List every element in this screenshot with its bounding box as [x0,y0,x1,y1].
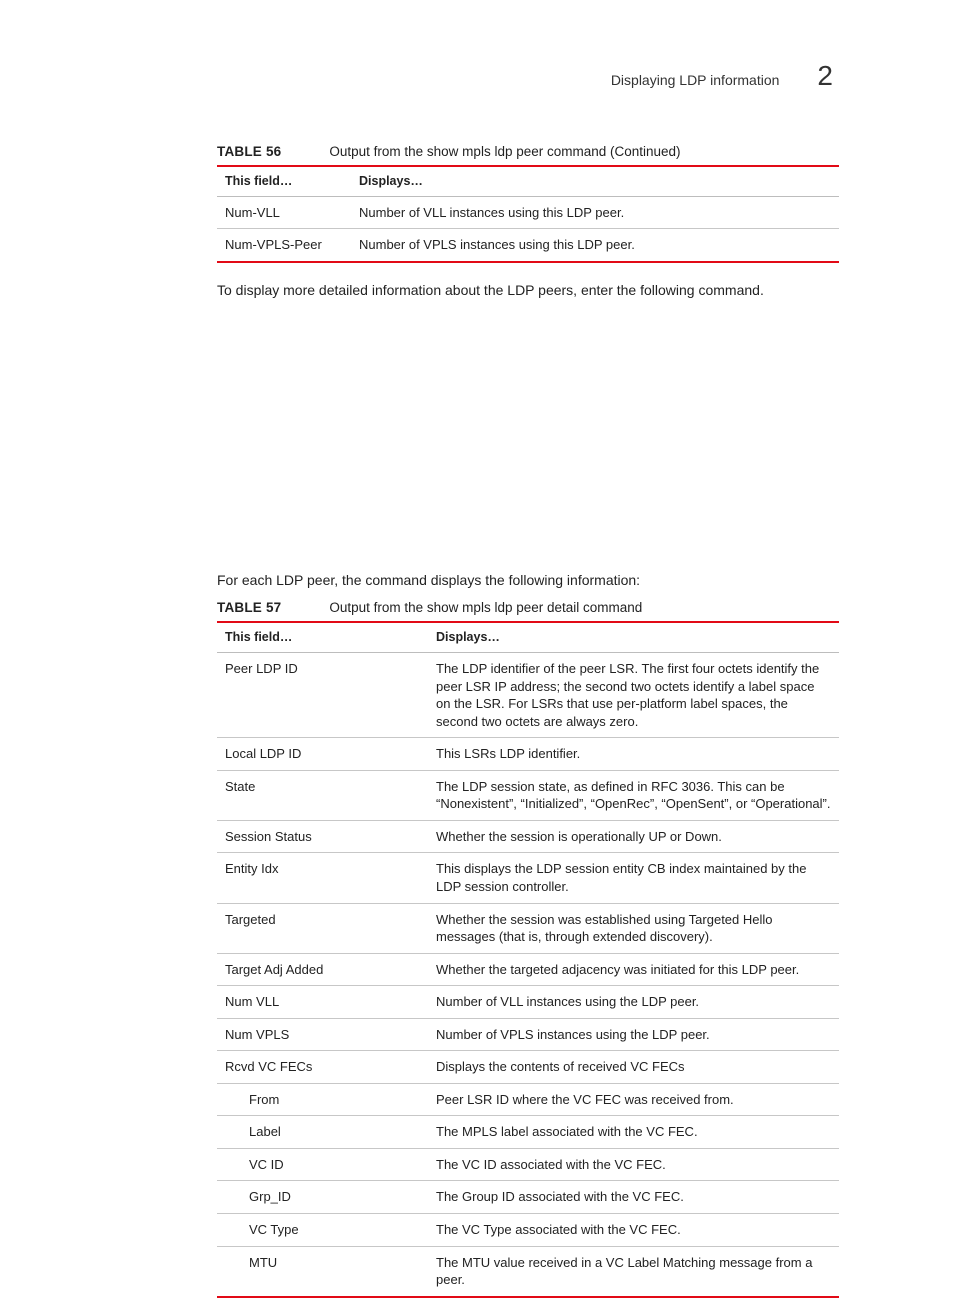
table57-label: TABLE 57 [217,600,281,615]
table-row: Session StatusWhether the session is ope… [217,820,839,853]
field-name: Label [217,1116,428,1149]
header-chapter-number: 2 [817,60,833,92]
field-desc: Whether the session was established usin… [428,903,839,953]
field-name: State [217,770,428,820]
field-desc: The VC ID associated with the VC FEC. [428,1148,839,1181]
field-name: Rcvd VC FECs [217,1051,428,1084]
field-desc: This displays the LDP session entity CB … [428,853,839,903]
field-name: Local LDP ID [217,738,428,771]
table57-head-field: This field… [217,622,428,652]
field-name: Num VPLS [217,1018,428,1051]
field-name: Num-VPLS-Peer [217,229,351,262]
field-desc: The Group ID associated with the VC FEC. [428,1181,839,1214]
table57-caption: TABLE 57 Output from the show mpls ldp p… [217,600,839,615]
table-row: LabelThe MPLS label associated with the … [217,1116,839,1149]
paragraph-more-detail: To display more detailed information abo… [217,281,839,301]
field-name: Entity Idx [217,853,428,903]
table57-title: Output from the show mpls ldp peer detai… [329,600,642,615]
field-name: Target Adj Added [217,953,428,986]
field-desc: The MPLS label associated with the VC FE… [428,1116,839,1149]
table-row: VC TypeThe VC Type associated with the V… [217,1213,839,1246]
table-row: Num-VLL Number of VLL instances using th… [217,196,839,229]
field-desc: Number of VLL instances using the LDP pe… [428,986,839,1019]
table-row: Rcvd VC FECsDisplays the contents of rec… [217,1051,839,1084]
field-desc: Whether the targeted adjacency was initi… [428,953,839,986]
field-desc: Number of VLL instances using this LDP p… [351,196,839,229]
table56-head-displays: Displays… [351,166,839,196]
field-name: Peer LDP ID [217,653,428,738]
field-name: VC Type [217,1213,428,1246]
field-name: MTU [217,1246,428,1297]
table-row: VC IDThe VC ID associated with the VC FE… [217,1148,839,1181]
field-name: Session Status [217,820,428,853]
field-desc: Number of VPLS instances using this LDP … [351,229,839,262]
field-name: Num-VLL [217,196,351,229]
table56-head-field: This field… [217,166,351,196]
table-row: Local LDP IDThis LSRs LDP identifier. [217,738,839,771]
table-row: Entity IdxThis displays the LDP session … [217,853,839,903]
table-row: TargetedWhether the session was establis… [217,903,839,953]
content-area: TABLE 56 Output from the show mpls ldp p… [217,144,839,1298]
field-name: Num VLL [217,986,428,1019]
table-56: This field… Displays… Num-VLL Number of … [217,165,839,263]
field-desc: Whether the session is operationally UP … [428,820,839,853]
blank-space [217,323,839,553]
table-row: Peer LDP IDThe LDP identifier of the pee… [217,653,839,738]
header-section-title: Displaying LDP information [611,72,780,88]
running-header: Displaying LDP information 2 [115,60,839,92]
table56-title: Output from the show mpls ldp peer comma… [329,144,680,159]
field-desc: Number of VPLS instances using the LDP p… [428,1018,839,1051]
field-desc: The VC Type associated with the VC FEC. [428,1213,839,1246]
table-row: MTUThe MTU value received in a VC Label … [217,1246,839,1297]
paragraph-each-peer: For each LDP peer, the command displays … [217,571,839,591]
field-name: From [217,1083,428,1116]
table-row: Grp_IDThe Group ID associated with the V… [217,1181,839,1214]
table-row: Num VLLNumber of VLL instances using the… [217,986,839,1019]
field-name: Targeted [217,903,428,953]
table57-head-displays: Displays… [428,622,839,652]
page: Displaying LDP information 2 TABLE 56 Ou… [0,0,954,1235]
field-desc: This LSRs LDP identifier. [428,738,839,771]
table-57: This field… Displays… Peer LDP IDThe LDP… [217,621,839,1297]
field-desc: The LDP identifier of the peer LSR. The … [428,653,839,738]
table56-label: TABLE 56 [217,144,281,159]
table-row: Num VPLSNumber of VPLS instances using t… [217,1018,839,1051]
table56-caption: TABLE 56 Output from the show mpls ldp p… [217,144,839,159]
table-row: Target Adj AddedWhether the targeted adj… [217,953,839,986]
table-row: FromPeer LSR ID where the VC FEC was rec… [217,1083,839,1116]
table-row: StateThe LDP session state, as defined i… [217,770,839,820]
field-name: VC ID [217,1148,428,1181]
field-desc: The MTU value received in a VC Label Mat… [428,1246,839,1297]
field-desc: Displays the contents of received VC FEC… [428,1051,839,1084]
field-desc: Peer LSR ID where the VC FEC was receive… [428,1083,839,1116]
field-desc: The LDP session state, as defined in RFC… [428,770,839,820]
field-name: Grp_ID [217,1181,428,1214]
table-row: Num-VPLS-Peer Number of VPLS instances u… [217,229,839,262]
